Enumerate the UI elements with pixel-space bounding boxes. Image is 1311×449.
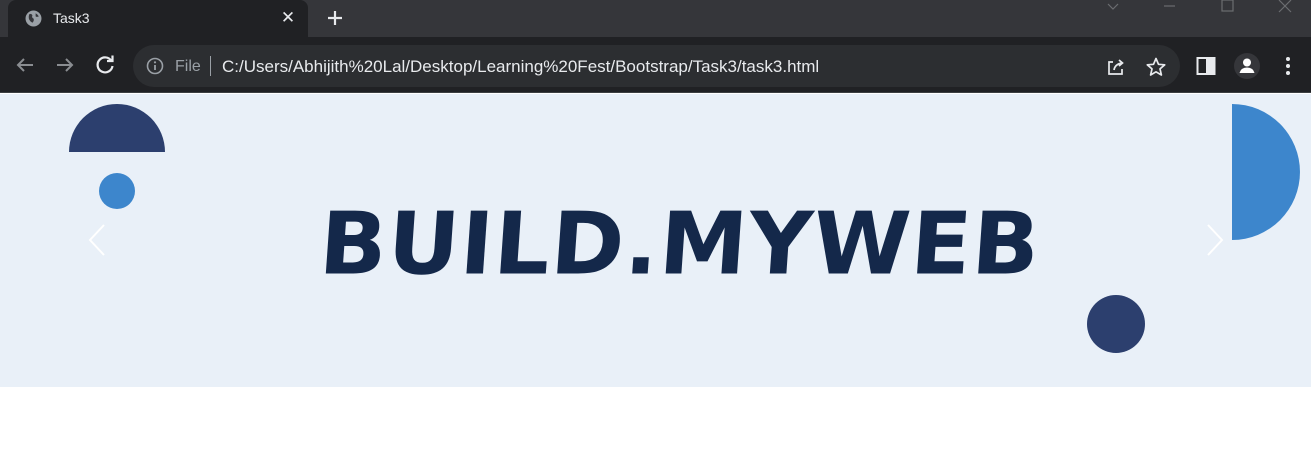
chevron-left-icon[interactable] bbox=[80, 219, 114, 261]
kebab-menu-icon[interactable] bbox=[1276, 54, 1300, 78]
tab-strip: Task3 ✕ bbox=[0, 0, 1311, 37]
profile-icon[interactable] bbox=[1233, 52, 1261, 80]
side-panel-icon[interactable] bbox=[1194, 54, 1218, 78]
divider bbox=[210, 56, 211, 76]
info-icon[interactable] bbox=[146, 57, 164, 75]
close-icon[interactable]: ✕ bbox=[278, 8, 298, 28]
blue-half-circle-shape bbox=[1232, 104, 1300, 240]
globe-icon bbox=[25, 10, 42, 27]
tab-search-chevron-icon[interactable] bbox=[1090, 0, 1136, 37]
browser-toolbar: File C:/Users/Abhijith%20Lal/Desktop/Lea… bbox=[0, 37, 1311, 93]
url-text[interactable]: C:/Users/Abhijith%20Lal/Desktop/Learning… bbox=[222, 57, 819, 77]
window-close-icon[interactable] bbox=[1262, 0, 1308, 37]
hero-carousel: BUILD.MYWEB bbox=[0, 94, 1311, 387]
blue-small-circle-shape bbox=[99, 173, 135, 209]
maximize-icon[interactable] bbox=[1204, 0, 1250, 37]
navy-circle-shape bbox=[1087, 295, 1145, 353]
web-page: BUILD.MYWEB bbox=[0, 94, 1311, 449]
brand-logo-text: BUILD.MYWEB bbox=[316, 193, 1044, 294]
scheme-label: File bbox=[175, 58, 201, 75]
browser-tab[interactable]: Task3 ✕ bbox=[8, 0, 308, 37]
share-icon[interactable] bbox=[1105, 56, 1127, 78]
tab-title: Task3 bbox=[53, 10, 90, 26]
minimize-icon[interactable] bbox=[1146, 0, 1192, 37]
reload-icon[interactable] bbox=[93, 53, 117, 77]
navy-half-circle-shape bbox=[69, 104, 165, 152]
chevron-right-icon[interactable] bbox=[1198, 219, 1232, 261]
plus-icon[interactable] bbox=[323, 6, 347, 30]
arrow-left-icon[interactable] bbox=[13, 53, 37, 77]
arrow-right-icon[interactable] bbox=[53, 53, 77, 77]
star-icon[interactable] bbox=[1145, 56, 1167, 78]
address-bar[interactable]: File C:/Users/Abhijith%20Lal/Desktop/Lea… bbox=[133, 45, 1180, 87]
